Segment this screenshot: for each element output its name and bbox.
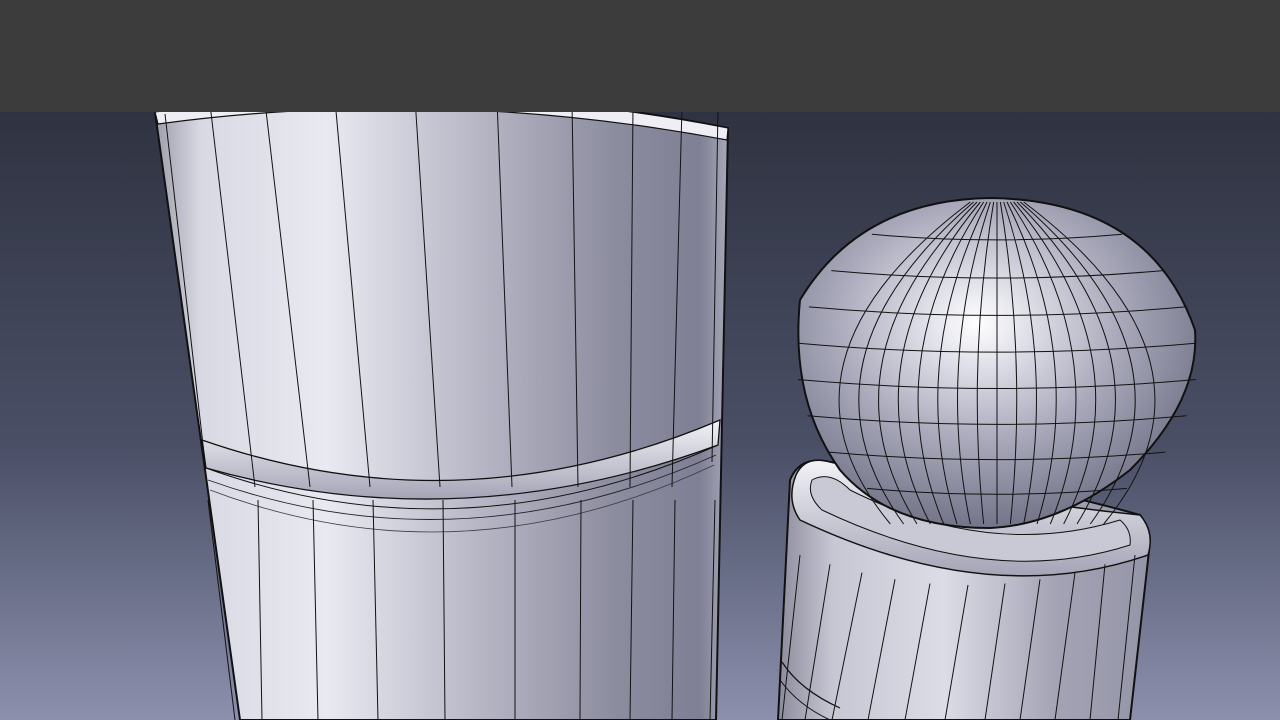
tall-cylinder-body [153,112,730,720]
scene-canvas[interactable] [0,112,1280,720]
sphere-post[interactable] [776,196,1197,720]
3d-viewport[interactable] [0,112,1280,720]
cad-application [0,0,1280,720]
toolbar-area [0,0,1280,112]
tall-cylinder[interactable] [153,112,730,720]
